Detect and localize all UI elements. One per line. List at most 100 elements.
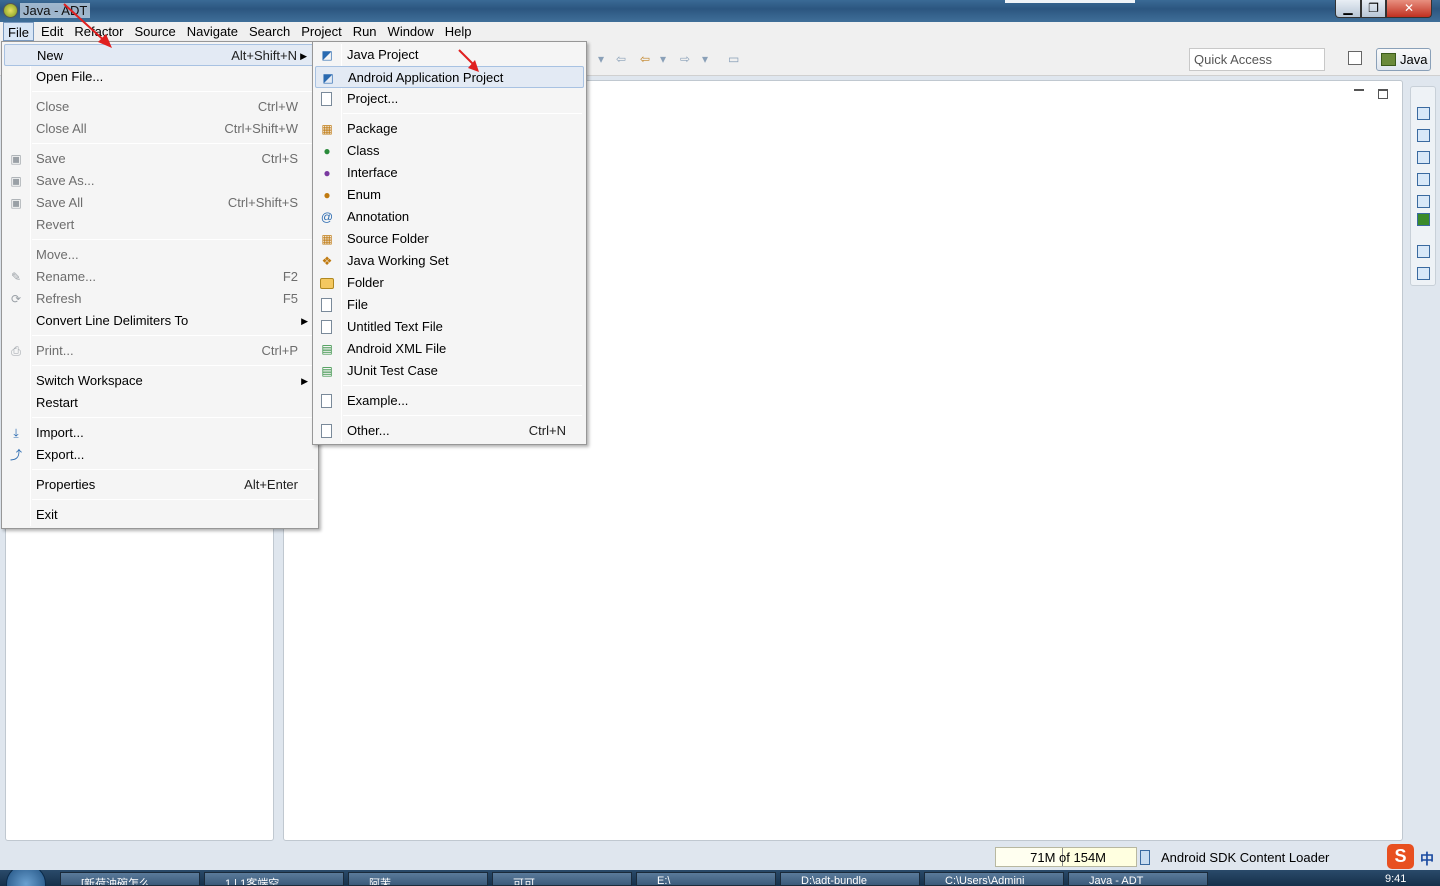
new-untitled-text-file-item[interactable]: Untitled Text File	[315, 316, 584, 338]
menu-edit[interactable]: Edit	[37, 22, 67, 41]
forward-dropdown-icon[interactable]: ▾	[702, 52, 708, 66]
file-rename-item[interactable]: ✎ Rename... F2	[4, 266, 316, 288]
taskbar-item[interactable]: 1 | 1客端空	[204, 872, 344, 886]
file-properties-item[interactable]: Properties Alt+Enter	[4, 474, 316, 496]
save-as-icon: ▣	[10, 174, 22, 188]
file-save-item[interactable]: ▣ Save Ctrl+S	[4, 148, 316, 170]
taskbar-item[interactable]: D:\adt-bundle	[780, 872, 920, 886]
menu-file[interactable]: File	[3, 22, 34, 41]
close-button[interactable]: ✕	[1386, 0, 1432, 18]
new-package-item[interactable]: ▦ Package	[315, 118, 584, 140]
menu-navigate[interactable]: Navigate	[183, 22, 242, 41]
new-example-item[interactable]: Example...	[315, 390, 584, 412]
dropdown-arrow-icon[interactable]: ▾	[598, 52, 604, 66]
minimize-editor-icon[interactable]	[1354, 89, 1364, 91]
restore-icon[interactable]	[1417, 107, 1430, 120]
menu-run[interactable]: Run	[349, 22, 381, 41]
file-save-all-label: Save All	[36, 195, 83, 210]
file-new-item[interactable]: New Alt+Shift+N ▶	[4, 44, 316, 66]
back-icon[interactable]: ⇦	[640, 52, 650, 66]
file-revert-item[interactable]: Revert	[4, 214, 316, 236]
taskbar-clock: 9:41	[1385, 873, 1407, 885]
new-other-item[interactable]: Other... Ctrl+N	[315, 420, 584, 442]
export-icon: ⤴	[9, 448, 22, 462]
sogou-ime-logo[interactable]: S	[1387, 844, 1414, 869]
file-close-item[interactable]: Close Ctrl+W	[4, 96, 316, 118]
new-untitled-text-file-label: Untitled Text File	[347, 319, 443, 334]
file-import-item[interactable]: ⤓ Import...	[4, 422, 316, 444]
minimize-button[interactable]: ▁	[1335, 0, 1361, 18]
start-button[interactable]	[6, 870, 46, 886]
file-import-label: Import...	[36, 425, 84, 440]
file-convert-item[interactable]: Convert Line Delimiters To ▶	[4, 310, 316, 332]
file-refresh-label: Refresh	[36, 291, 82, 306]
problems-view-icon[interactable]	[1417, 129, 1430, 142]
menu-source[interactable]: Source	[131, 22, 180, 41]
annotation-icon: @	[320, 210, 334, 224]
new-annotation-item[interactable]: @ Annotation	[315, 206, 584, 228]
maximize-button[interactable]: ❐	[1361, 0, 1386, 18]
menu-project[interactable]: Project	[297, 22, 345, 41]
taskbar-item[interactable]: 可可	[492, 872, 632, 886]
declaration-view-icon[interactable]	[1417, 173, 1430, 186]
new-source-folder-item[interactable]: ▦ Source Folder	[315, 228, 584, 250]
file-move-item[interactable]: Move...	[4, 244, 316, 266]
menu-window[interactable]: Window	[384, 22, 438, 41]
javadoc-view-icon[interactable]	[1417, 151, 1430, 164]
folder-icon	[320, 278, 334, 289]
maximize-editor-icon[interactable]	[1378, 89, 1388, 99]
new-enum-item[interactable]: ● Enum	[315, 184, 584, 206]
status-bar: 71M of 154M Android SDK Content Loader S…	[0, 842, 1440, 870]
source-folder-icon: ▦	[321, 232, 333, 246]
new-junit-test-case-item[interactable]: ▤ JUnit Test Case	[315, 360, 584, 382]
ime-mode-indicator[interactable]: 中	[1420, 849, 1434, 869]
taskbar-item[interactable]: E:\	[636, 872, 776, 886]
file-open-file-label: Open File...	[36, 69, 104, 84]
new-android-app-project-item[interactable]: ◩ Android Application Project	[315, 66, 584, 88]
taskbar-item[interactable]: 阿茉	[348, 872, 488, 886]
android-logcat-icon[interactable]	[1417, 213, 1430, 226]
new-package-label: Package	[347, 121, 398, 136]
file-exit-item[interactable]: Exit	[4, 504, 316, 526]
back-dropdown-icon[interactable]: ▾	[660, 52, 666, 66]
outline-view-icon[interactable]	[1417, 267, 1430, 280]
heap-status[interactable]: 71M of 154M	[995, 847, 1137, 867]
menu-refactor[interactable]: Refactor	[70, 22, 127, 41]
java-perspective-button[interactable]: Java	[1376, 48, 1431, 71]
menu-search[interactable]: Search	[245, 22, 294, 41]
file-close-all-item[interactable]: Close All Ctrl+Shift+W	[4, 118, 316, 140]
menu-help[interactable]: Help	[441, 22, 476, 41]
new-junit-test-case-label: JUnit Test Case	[347, 363, 438, 378]
new-interface-item[interactable]: ● Interface	[315, 162, 584, 184]
file-save-as-item[interactable]: ▣ Save As...	[4, 170, 316, 192]
file-export-item[interactable]: ⤴ Export...	[4, 444, 316, 466]
file-print-item[interactable]: ⎙ Print... Ctrl+P	[4, 340, 316, 362]
file-open-file-item[interactable]: Open File...	[4, 66, 316, 88]
forward-icon[interactable]: ⇨	[680, 52, 690, 66]
new-file-item[interactable]: File	[315, 294, 584, 316]
taskbar-item[interactable]: [新荷油碗怎么	[60, 872, 200, 886]
file-refresh-item[interactable]: ⟳ Refresh F5	[4, 288, 316, 310]
console-view-icon[interactable]	[1417, 195, 1430, 208]
taskbar-item[interactable]: C:\Users\Admini	[924, 872, 1064, 886]
submenu-arrow-icon: ▶	[301, 376, 308, 386]
new-folder-item[interactable]: Folder	[315, 272, 584, 294]
new-class-item[interactable]: ● Class	[315, 140, 584, 162]
example-icon	[321, 394, 332, 408]
menu-separator	[32, 239, 314, 240]
open-perspective-icon[interactable]	[1348, 51, 1362, 65]
new-android-xml-file-item[interactable]: ▤ Android XML File	[315, 338, 584, 360]
file-switch-workspace-item[interactable]: Switch Workspace ▶	[4, 370, 316, 392]
restore-outline-icon[interactable]	[1417, 245, 1430, 258]
garbage-collect-icon[interactable]	[1140, 850, 1150, 865]
file-restart-item[interactable]: Restart	[4, 392, 316, 414]
new-java-working-set-label: Java Working Set	[347, 253, 449, 268]
pin-editor-icon[interactable]: ▭	[728, 52, 739, 66]
back-edit-icon[interactable]: ⇦	[616, 52, 626, 66]
taskbar-item[interactable]: Java - ADT	[1068, 872, 1208, 886]
quick-access-input[interactable]: Quick Access	[1189, 48, 1325, 71]
new-project-item[interactable]: Project...	[315, 88, 584, 110]
file-save-all-item[interactable]: ▣ Save All Ctrl+Shift+S	[4, 192, 316, 214]
new-java-working-set-item[interactable]: ❖ Java Working Set	[315, 250, 584, 272]
new-java-project-item[interactable]: ◩ Java Project	[315, 44, 584, 66]
